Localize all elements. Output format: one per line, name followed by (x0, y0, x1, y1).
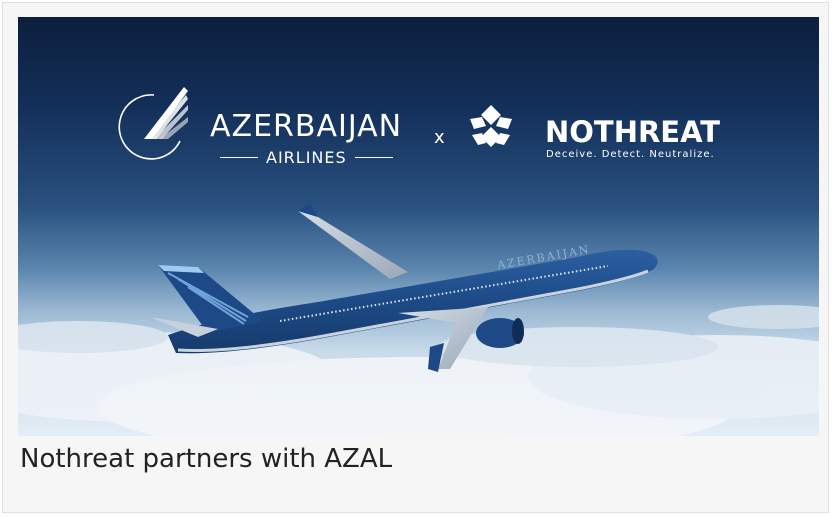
divider (354, 157, 393, 158)
azal-subname-row: AIRLINES (220, 148, 393, 167)
clouds (18, 305, 819, 436)
partnership-separator: x (434, 127, 445, 148)
nothreat-tagline: Deceive. Detect. Neutralize. (546, 149, 715, 160)
divider (220, 157, 258, 158)
hero-image[interactable]: AZERBAIJAN AZERBAIJAN AIRLINES x NOTHREA… (18, 17, 819, 436)
aircraft-far-wing (298, 211, 408, 279)
article-title-link[interactable]: Nothreat partners with AZAL (20, 444, 392, 474)
azal-wing-logo-icon (118, 87, 188, 160)
nothreat-name: NOTHREAT (545, 115, 721, 149)
azal-name: AZERBAIJAN (210, 109, 403, 144)
hero-artwork: AZERBAIJAN (18, 203, 819, 436)
azal-subname: AIRLINES (266, 148, 347, 167)
nothreat-snowflake-logo-icon (470, 105, 512, 147)
